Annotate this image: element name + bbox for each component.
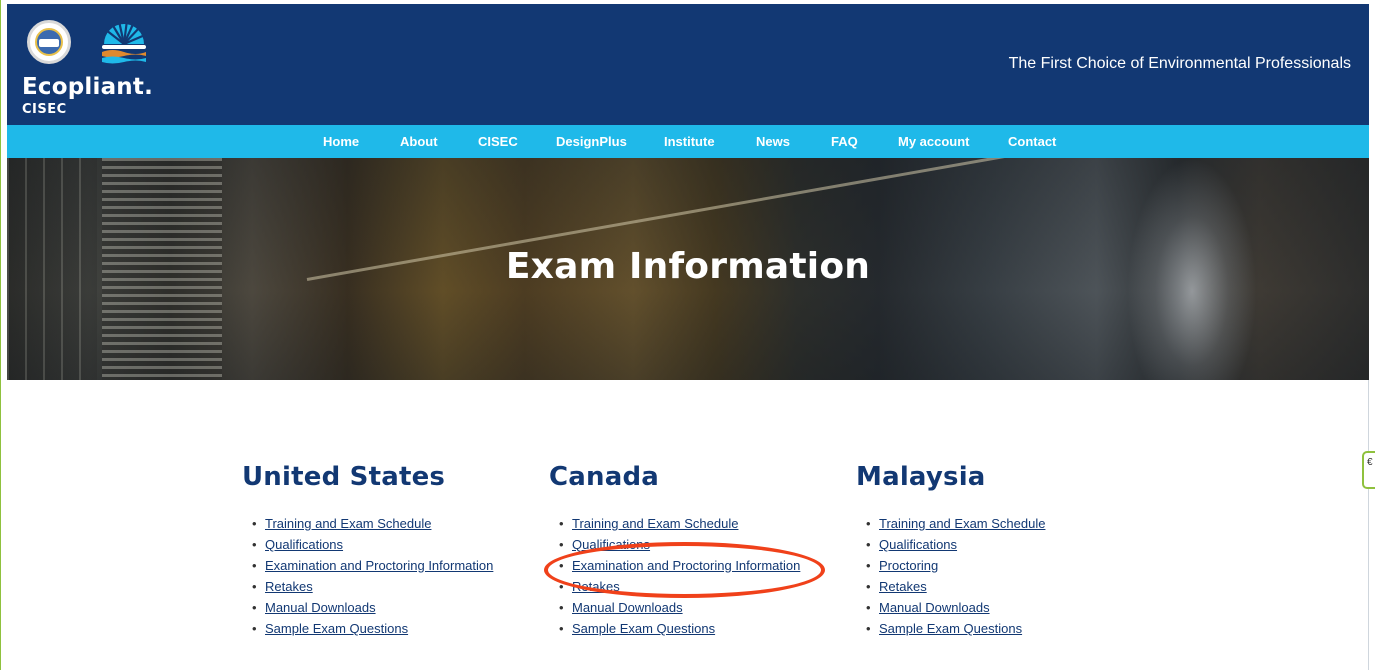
list-item: Sample Exam Questions xyxy=(856,621,1156,642)
list-item: Examination and Proctoring Information xyxy=(242,558,542,579)
link-examination-proctoring[interactable]: Examination and Proctoring Information xyxy=(265,558,493,573)
nav-home[interactable]: Home xyxy=(323,134,359,149)
list-item: Manual Downloads xyxy=(242,600,542,621)
link-proctoring[interactable]: Proctoring xyxy=(879,558,938,573)
list-item: Manual Downloads xyxy=(549,600,849,621)
list-item: Training and Exam Schedule xyxy=(549,516,849,537)
nav-about[interactable]: About xyxy=(400,134,438,149)
link-retakes[interactable]: Retakes xyxy=(879,579,927,594)
section-title: Malaysia xyxy=(856,462,986,492)
list-item: Training and Exam Schedule xyxy=(242,516,542,537)
page-right-border xyxy=(1368,380,1369,670)
ecopliant-sun-logo-icon xyxy=(102,19,146,64)
link-list: Training and Exam Schedule Qualification… xyxy=(856,516,1156,642)
site-logo[interactable]: Ecopliant. CISEC xyxy=(22,14,162,119)
list-item: Sample Exam Questions xyxy=(549,621,849,642)
nav-news[interactable]: News xyxy=(756,134,790,149)
list-item: Proctoring xyxy=(856,558,1156,579)
annotation-ellipse xyxy=(544,542,825,598)
link-manual-downloads[interactable]: Manual Downloads xyxy=(572,600,683,615)
main-navigation: Home About CISEC DesignPlus Institute Ne… xyxy=(7,125,1369,158)
nav-faq[interactable]: FAQ xyxy=(831,134,858,149)
nav-cisec[interactable]: CISEC xyxy=(478,134,518,149)
link-qualifications[interactable]: Qualifications xyxy=(265,537,343,552)
link-training-exam-schedule[interactable]: Training and Exam Schedule xyxy=(572,516,738,531)
site-header: Ecopliant. CISEC The First Choice of Env… xyxy=(7,4,1369,125)
link-sample-exam-questions[interactable]: Sample Exam Questions xyxy=(572,621,715,636)
link-sample-exam-questions[interactable]: Sample Exam Questions xyxy=(879,621,1022,636)
list-item: Manual Downloads xyxy=(856,600,1156,621)
list-item: Qualifications xyxy=(856,537,1156,558)
side-widget-tab[interactable]: € xyxy=(1362,451,1375,489)
section-title: Canada xyxy=(549,462,660,492)
page-left-border xyxy=(0,0,7,670)
nav-institute[interactable]: Institute xyxy=(664,134,715,149)
nav-designplus[interactable]: DesignPlus xyxy=(556,134,627,149)
link-list: Training and Exam Schedule Qualification… xyxy=(242,516,542,642)
list-item: Retakes xyxy=(856,579,1156,600)
link-manual-downloads[interactable]: Manual Downloads xyxy=(265,600,376,615)
list-item: Retakes xyxy=(242,579,542,600)
cisec-seal-icon xyxy=(27,20,71,64)
link-retakes[interactable]: Retakes xyxy=(265,579,313,594)
nav-my-account[interactable]: My account xyxy=(898,134,970,149)
site-tagline: The First Choice of Environmental Profes… xyxy=(1008,55,1351,72)
page-title: Exam Information xyxy=(505,246,871,287)
section-united-states: United States Training and Exam Schedule… xyxy=(242,462,542,642)
list-item: Training and Exam Schedule xyxy=(856,516,1156,537)
brand-name: Ecopliant. xyxy=(22,74,154,100)
section-title: United States xyxy=(242,462,446,492)
link-training-exam-schedule[interactable]: Training and Exam Schedule xyxy=(879,516,1045,531)
nav-contact[interactable]: Contact xyxy=(1008,134,1056,149)
list-item: Sample Exam Questions xyxy=(242,621,542,642)
hero-banner: Exam Information xyxy=(7,158,1369,380)
link-sample-exam-questions[interactable]: Sample Exam Questions xyxy=(265,621,408,636)
link-manual-downloads[interactable]: Manual Downloads xyxy=(879,600,990,615)
link-training-exam-schedule[interactable]: Training and Exam Schedule xyxy=(265,516,431,531)
link-qualifications[interactable]: Qualifications xyxy=(879,537,957,552)
brand-subtitle: CISEC xyxy=(22,102,67,117)
section-malaysia: Malaysia Training and Exam Schedule Qual… xyxy=(856,462,1156,642)
list-item: Qualifications xyxy=(242,537,542,558)
